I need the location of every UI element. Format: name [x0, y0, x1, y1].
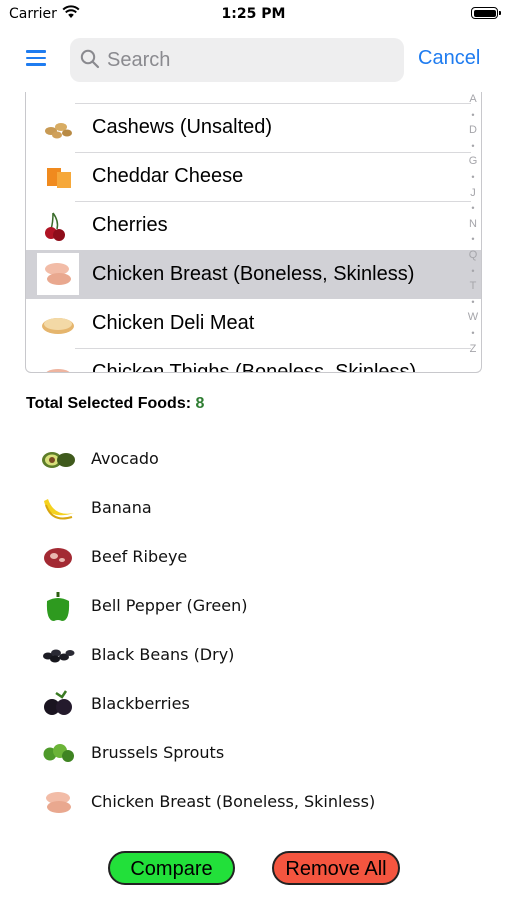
index-dot[interactable]: •	[466, 108, 480, 124]
food-row-selected[interactable]: Chicken Breast (Boneless, Skinless)	[26, 250, 481, 299]
food-name: Beef Ribeye	[91, 547, 188, 566]
index-letter[interactable]: T	[466, 279, 480, 295]
beef-icon	[40, 540, 76, 574]
list-row-partial	[26, 92, 481, 103]
food-row[interactable]: Chicken Deli Meat	[26, 299, 481, 348]
index-letter[interactable]: Q	[466, 248, 480, 264]
section-index[interactable]: A • D • G • J • N • Q • T • W • Z	[466, 92, 480, 357]
index-dot[interactable]: •	[466, 295, 480, 311]
search-bar[interactable]	[70, 38, 404, 82]
food-name: Cherries	[92, 214, 168, 236]
index-dot[interactable]: •	[466, 201, 480, 217]
selected-food-item[interactable]: Banana	[0, 483, 507, 532]
food-name: Chicken Deli Meat	[92, 312, 255, 334]
food-name: Cheddar Cheese	[92, 165, 244, 187]
index-letter[interactable]: W	[466, 310, 480, 326]
food-name: Cashews (Unsalted)	[92, 116, 273, 138]
index-letter[interactable]: J	[466, 186, 480, 202]
clock: 1:25 PM	[221, 6, 286, 22]
cherries-icon	[39, 207, 77, 245]
cancel-button[interactable]: Cancel	[418, 47, 480, 70]
brussels-sprouts-icon	[40, 736, 76, 770]
food-row[interactable]: Cherries	[26, 201, 481, 250]
food-name: Black Beans (Dry)	[91, 645, 235, 664]
selected-food-item[interactable]: Brussels Sprouts	[0, 728, 507, 777]
deli-meat-icon	[39, 305, 77, 343]
search-input[interactable]	[107, 46, 397, 74]
food-name: Chicken Thighs (Boneless, Skinless)	[92, 361, 417, 373]
selected-food-item[interactable]: Chicken Breast (Boneless, Skinless)	[0, 777, 507, 826]
index-letter[interactable]: D	[466, 123, 480, 139]
food-name: Avocado	[91, 449, 159, 468]
food-name: Brussels Sprouts	[91, 743, 225, 762]
index-dot[interactable]: •	[466, 326, 480, 342]
index-letter[interactable]: N	[466, 217, 480, 233]
search-icon	[80, 49, 100, 73]
selected-count: 8	[195, 395, 205, 412]
avocado-icon	[40, 442, 76, 476]
status-bar: Carrier 1:25 PM	[0, 0, 507, 30]
food-name: Chicken Breast (Boneless, Skinless)	[91, 792, 376, 811]
selected-food-item[interactable]: Beef Ribeye	[0, 532, 507, 581]
food-row[interactable]: Chicken Thighs (Boneless, Skinless)	[26, 348, 481, 373]
chicken-thighs-icon	[39, 354, 77, 372]
index-letter[interactable]: G	[466, 154, 480, 170]
compare-button[interactable]: Compare	[108, 851, 235, 885]
banana-icon	[40, 491, 76, 525]
food-row[interactable]: Cashews (Unsalted)	[26, 103, 481, 152]
menu-icon[interactable]	[26, 50, 46, 68]
index-letter[interactable]: A	[466, 92, 480, 108]
food-name: Bell Pepper (Green)	[91, 596, 248, 615]
total-selected-text: Total Selected Foods:	[26, 395, 192, 412]
total-selected-label: Total Selected Foods: 8	[26, 395, 204, 413]
food-name: Blackberries	[91, 694, 190, 713]
remove-all-button[interactable]: Remove All	[272, 851, 400, 885]
index-dot[interactable]: •	[466, 170, 480, 186]
black-beans-icon	[40, 638, 76, 672]
selected-food-item[interactable]: Black Beans (Dry)	[0, 630, 507, 679]
bell-pepper-icon	[40, 589, 76, 623]
food-name: Banana	[91, 498, 152, 517]
blackberries-icon	[40, 687, 76, 721]
cheese-icon	[39, 158, 77, 196]
selected-food-item[interactable]: Bell Pepper (Green)	[0, 581, 507, 630]
selected-food-item[interactable]: Avocado	[0, 434, 507, 483]
index-dot[interactable]: •	[466, 139, 480, 155]
food-name: Chicken Breast (Boneless, Skinless)	[92, 263, 415, 285]
food-row[interactable]: Cheddar Cheese	[26, 152, 481, 201]
battery-icon	[471, 7, 501, 19]
cashews-icon	[39, 109, 77, 147]
selected-food-item[interactable]: Blackberries	[0, 679, 507, 728]
food-list[interactable]: Cashews (Unsalted) Cheddar Cheese Cherri…	[25, 92, 482, 373]
index-letter[interactable]: Z	[466, 342, 480, 358]
chicken-breast-icon	[37, 253, 79, 295]
index-dot[interactable]: •	[466, 264, 480, 280]
chicken-breast-icon	[40, 785, 76, 819]
index-dot[interactable]: •	[466, 232, 480, 248]
